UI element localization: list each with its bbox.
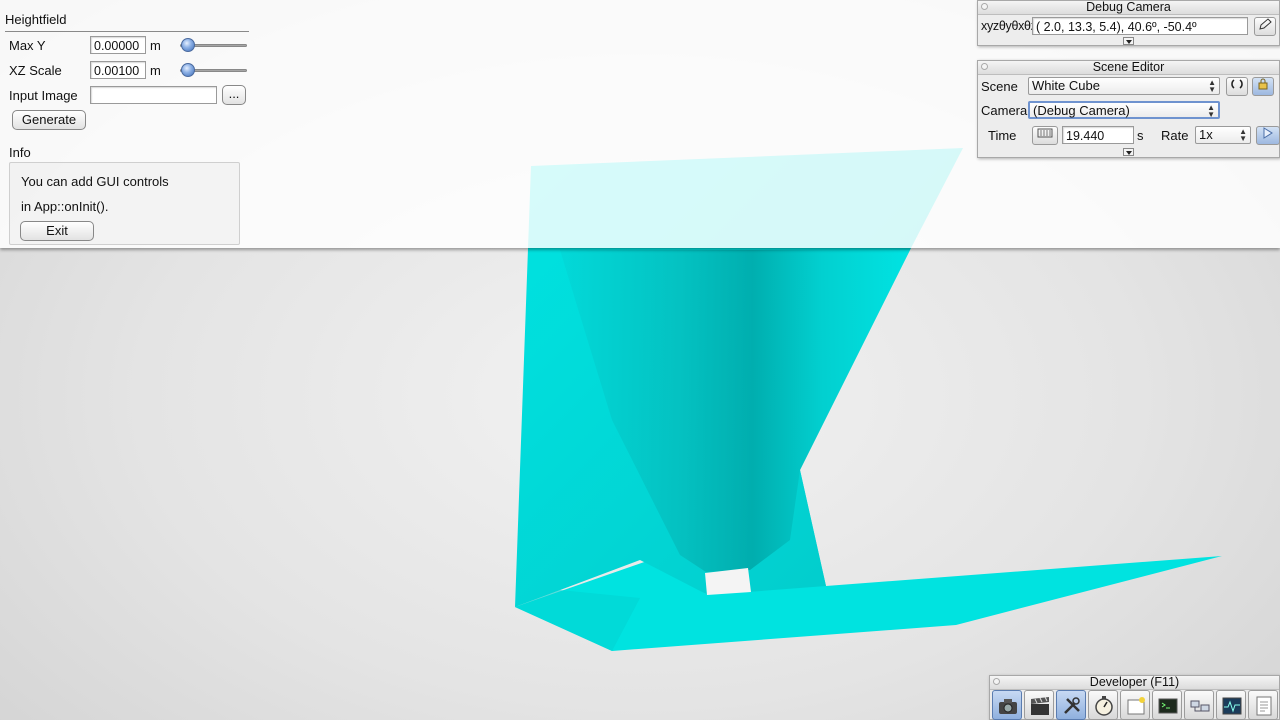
new-window-icon[interactable] — [1120, 690, 1150, 720]
xz-scale-label: XZ Scale — [9, 63, 62, 78]
xz-scale-field[interactable]: 0.00100 — [90, 61, 146, 79]
rate-value: 1x — [1199, 127, 1213, 142]
camera-frame-field[interactable]: ( 2.0, 13.3, 5.4), 40.6º, -50.4º — [1032, 17, 1248, 35]
clapperboard-icon[interactable] — [1024, 690, 1054, 720]
rewind-icon[interactable] — [1032, 126, 1058, 145]
debug-camera-window: Debug Camera xyzθyθxθz ( 2.0, 13.3, 5.4)… — [977, 0, 1280, 46]
scene-editor-title[interactable]: Scene Editor — [978, 61, 1279, 75]
rate-label: Rate — [1161, 128, 1189, 143]
console-icon[interactable] — [1152, 690, 1182, 720]
max-y-field[interactable]: 0.00000 — [90, 36, 146, 54]
max-y-unit: m — [150, 38, 161, 53]
exit-button[interactable]: Exit — [20, 221, 94, 241]
xz-scale-unit: m — [150, 63, 161, 78]
title-divider — [5, 31, 249, 32]
updown-arrows-icon: ▲ ▼ — [1207, 103, 1215, 119]
debug-camera-title[interactable]: Debug Camera — [978, 1, 1279, 15]
updown-arrows-icon: ▲ ▼ — [1239, 127, 1247, 143]
wrench-icon[interactable] — [1056, 690, 1086, 720]
camera-value: (Debug Camera) — [1033, 103, 1130, 118]
network-icon[interactable] — [1184, 690, 1214, 720]
generate-button[interactable]: Generate — [12, 110, 86, 130]
scene-editor-window: Scene Editor Scene White Cube ▲ ▼ Camera … — [977, 60, 1280, 158]
time-unit: s — [1137, 128, 1144, 143]
developer-title[interactable]: Developer (F11) — [990, 676, 1279, 690]
play-icon[interactable] — [1256, 126, 1280, 145]
collapse-arrow-icon[interactable] — [1123, 148, 1134, 156]
edit-camera-icon[interactable] — [1254, 17, 1276, 36]
xz-scale-slider-knob[interactable] — [181, 63, 195, 77]
close-dot-icon[interactable] — [993, 678, 1000, 685]
scene-label: Scene — [981, 79, 1018, 94]
updown-arrows-icon: ▲ ▼ — [1208, 78, 1216, 94]
close-dot-icon[interactable] — [981, 3, 988, 10]
info-title: Info — [9, 145, 31, 160]
max-y-slider-knob[interactable] — [181, 38, 195, 52]
heightfield-pane: Heightfield Max Y 0.00000 m XZ Scale 0.0… — [0, 0, 252, 248]
input-image-field[interactable] — [90, 86, 217, 104]
info-line-1: You can add GUI controls — [21, 174, 169, 189]
lock-icon[interactable] — [1252, 77, 1274, 96]
developer-window: Developer (F11) — [989, 675, 1280, 720]
graph-icon[interactable] — [1216, 690, 1246, 720]
camera-dropdown[interactable]: (Debug Camera) ▲ ▼ — [1028, 101, 1220, 119]
camera-label: Camera — [981, 103, 1028, 118]
browse-button[interactable]: ... — [222, 85, 246, 105]
scene-dropdown[interactable]: White Cube ▲ ▼ — [1028, 77, 1220, 95]
time-label: Time — [988, 128, 1017, 143]
input-image-label: Input Image — [9, 88, 78, 103]
time-field[interactable]: 19.440 — [1062, 126, 1134, 144]
rate-dropdown[interactable]: 1x ▲ ▼ — [1195, 126, 1251, 144]
reload-scene-icon[interactable] — [1226, 77, 1248, 96]
stopwatch-icon[interactable] — [1088, 690, 1118, 720]
collapse-arrow-icon[interactable] — [1123, 37, 1134, 45]
heightfield-title: Heightfield — [5, 12, 67, 27]
camera-frame-label: xyzθyθxθz — [981, 19, 1037, 33]
camera-icon[interactable] — [992, 690, 1022, 720]
info-line-2: in App::onInit(). — [21, 199, 109, 214]
close-dot-icon[interactable] — [981, 63, 988, 70]
document-icon[interactable] — [1248, 690, 1278, 720]
max-y-label: Max Y — [9, 38, 46, 53]
scene-value: White Cube — [1032, 78, 1100, 93]
